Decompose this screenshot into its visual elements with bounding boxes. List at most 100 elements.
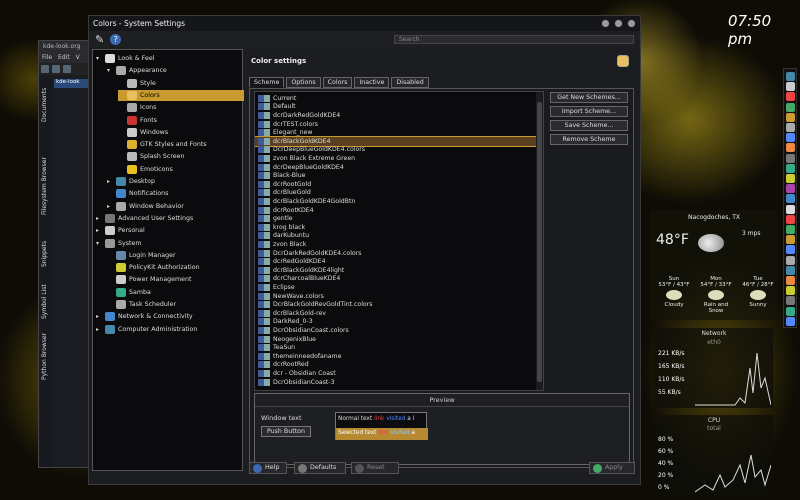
tree-item[interactable]: Notifications — [107, 188, 168, 199]
scheme-row[interactable]: DcrDeepBlueGoldKDE4.colors — [255, 146, 537, 155]
scheme-row[interactable]: Current — [255, 94, 537, 103]
tree-item[interactable]: Power Management — [107, 274, 192, 285]
tree-item[interactable]: Samba — [107, 287, 151, 298]
tab-symbol-list[interactable]: Symbol List — [41, 279, 52, 324]
dock-app-icon[interactable] — [786, 194, 795, 204]
remove-scheme-button[interactable]: Remove Scheme — [550, 134, 628, 145]
preview-push-button[interactable]: Push Button — [261, 426, 311, 437]
tree-item[interactable]: Colors — [118, 89, 244, 101]
scheme-row[interactable]: dcrCharcoalBlueKDE4 — [255, 275, 537, 284]
dock-app-icon[interactable] — [786, 184, 795, 194]
scheme-row[interactable]: DcrObsidianCoast.colors — [255, 326, 537, 335]
dock-app-icon[interactable] — [786, 92, 795, 102]
scheme-row[interactable]: gentle — [255, 214, 537, 223]
expander-icon[interactable]: ▾ — [96, 240, 102, 247]
expander-icon[interactable]: ▸ — [107, 203, 113, 210]
apply-button[interactable]: Apply — [589, 462, 635, 474]
scheme-row[interactable]: dcrBlackGoldKDE4 — [255, 136, 538, 147]
tree-item[interactable]: PolicyKit Authorization — [107, 262, 200, 273]
dock-app-icon[interactable] — [786, 245, 795, 255]
settings-tree[interactable]: ▾ Look & Feel ▾ Appearance Style Colors Icons F… — [92, 49, 244, 471]
scheme-row[interactable]: dcr - Obsidian Coast — [255, 369, 537, 378]
tree-item[interactable]: ▸ Computer Administration — [96, 324, 197, 335]
close-icon[interactable] — [627, 19, 636, 28]
dock-app-icon[interactable] — [786, 296, 795, 306]
tab-colors[interactable]: Colors — [322, 77, 353, 88]
dock-app-icon[interactable] — [786, 316, 795, 326]
tree-item[interactable]: ▾ System — [96, 238, 141, 249]
tree-item[interactable]: Icons — [118, 102, 156, 113]
tab-scheme[interactable]: Scheme — [249, 77, 285, 88]
dock-app-icon[interactable] — [786, 235, 795, 245]
scheme-row[interactable]: Eclipse — [255, 283, 537, 292]
help-button[interactable]: Help — [249, 462, 287, 474]
dock-app-icon[interactable] — [786, 82, 795, 92]
scheme-row[interactable]: DcrDarkRedGoldKDE4.colors — [255, 249, 537, 258]
scheme-row[interactable]: dcrTEST.colors — [255, 120, 537, 129]
dock-app-icon[interactable] — [786, 214, 795, 224]
dock-app-icon[interactable] — [786, 225, 795, 234]
tab-filesystem-browser[interactable]: Filesystem Browser — [41, 141, 52, 231]
scheme-row[interactable]: dcrDeepBlueGoldKDE4 — [255, 163, 537, 172]
tree-item[interactable]: Login Manager — [107, 250, 176, 261]
tree-item[interactable]: ▾ Look & Feel — [96, 53, 154, 64]
tree-item[interactable]: GTK Styles and Fonts — [118, 139, 207, 150]
search-input[interactable]: Search — [394, 34, 634, 44]
get-new-schemes-button[interactable]: Get New Schemes... — [550, 92, 628, 103]
back-icon[interactable] — [63, 65, 71, 73]
save-scheme-button[interactable]: Save Scheme... — [550, 120, 628, 131]
scheme-row[interactable]: themeinneedofaname — [255, 352, 537, 361]
scheme-row[interactable]: DarkRed_0-3 — [255, 318, 537, 327]
minimize-icon[interactable] — [614, 19, 623, 28]
scheme-row[interactable]: NewWave.colors — [255, 292, 537, 301]
menu-view[interactable]: V — [76, 54, 80, 62]
tab-documents[interactable]: Documents — [41, 81, 52, 129]
dock-app-icon[interactable] — [786, 133, 795, 143]
scheme-row[interactable]: dcrBlueGold — [255, 189, 537, 198]
tree-item[interactable]: ▸ Desktop — [107, 176, 155, 187]
new-icon[interactable] — [41, 65, 49, 73]
dock-app-icon[interactable] — [786, 153, 795, 163]
defaults-button[interactable]: Defaults — [294, 462, 346, 474]
dock-app-icon[interactable] — [786, 112, 795, 122]
scheme-row[interactable]: krog black — [255, 223, 537, 232]
scheme-row[interactable]: dcrBlackGoldKDE4light — [255, 266, 537, 275]
weather-widget[interactable]: Nacogdoches, TX 48°F 3 mps Sun 53°F / 43°… — [650, 210, 778, 320]
dock-app-icon[interactable] — [786, 306, 795, 316]
menu-file[interactable]: File — [42, 54, 52, 62]
dock-app-icon[interactable] — [786, 123, 795, 132]
tree-item[interactable]: Emoticons — [118, 164, 173, 175]
reset-button[interactable]: Reset — [351, 462, 399, 474]
tree-item[interactable]: ▸ Network & Connectivity — [96, 311, 193, 322]
scheme-row[interactable]: Black-Blue — [255, 171, 537, 180]
dock-app-icon[interactable] — [786, 143, 795, 153]
scheme-row[interactable]: darKubuntu — [255, 232, 537, 241]
tree-item[interactable]: Splash Screen — [118, 151, 185, 162]
open-icon[interactable] — [52, 65, 60, 73]
dock-app-icon[interactable] — [786, 204, 795, 214]
tree-item[interactable]: Style — [118, 78, 156, 89]
scheme-row[interactable]: zvon Black Extreme Green — [255, 154, 537, 163]
tree-item[interactable]: Windows — [118, 127, 168, 138]
scheme-row[interactable]: TeaSun — [255, 343, 537, 352]
dock-app-icon[interactable] — [786, 255, 795, 265]
tab-inactive[interactable]: Inactive — [354, 77, 390, 88]
scheme-row[interactable]: dcrRootKDE4 — [255, 206, 537, 215]
tab-python-browser[interactable]: Python Browser — [41, 329, 52, 384]
expander-icon[interactable]: ▸ — [96, 215, 102, 222]
expander-icon[interactable]: ▾ — [96, 55, 102, 62]
expander-icon[interactable]: ▸ — [96, 227, 102, 234]
scheme-row[interactable]: dcrRedGoldKDE4 — [255, 257, 537, 266]
scheme-row[interactable]: dcrBlackGold-rev — [255, 309, 537, 318]
expander-icon[interactable]: ▸ — [96, 326, 102, 333]
menu-edit[interactable]: Edit — [58, 54, 70, 62]
tree-item[interactable]: Task Scheduler — [107, 299, 176, 310]
tree-item[interactable]: ▸ Personal — [96, 225, 145, 236]
dock-app-icon[interactable] — [786, 72, 795, 81]
scheme-row[interactable]: dcrDarkRedGoldKDE4 — [255, 111, 537, 120]
scheme-row[interactable]: DcrObsidianCoast-3 — [255, 378, 537, 387]
scheme-row[interactable]: dcrRootRed — [255, 361, 537, 370]
expander-icon[interactable]: ▸ — [96, 313, 102, 320]
scheme-row[interactable]: Elegant_new — [255, 128, 537, 137]
tab-disabled[interactable]: Disabled — [391, 77, 429, 88]
